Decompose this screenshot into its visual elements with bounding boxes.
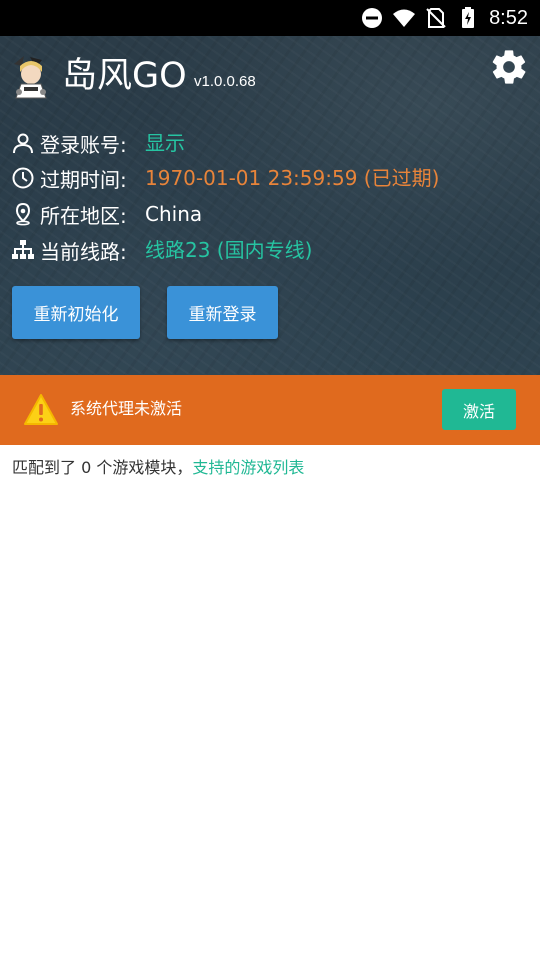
relogin-button[interactable]: 重新登录 — [167, 286, 278, 339]
account-header: 岛风GO v1.0.0.68 登录账号: 显示 过期时间: 1970-01-01… — [0, 36, 540, 375]
battery-charging-icon — [462, 7, 474, 28]
app-version: v1.0.0.68 — [194, 73, 256, 90]
status-bar: 8:52 — [0, 0, 540, 36]
region-label: 所在地区: — [40, 203, 127, 228]
app-logo — [14, 56, 47, 99]
expiry-label: 过期时间: — [40, 167, 127, 192]
location-pin-icon — [15, 202, 31, 226]
proxy-alert-bar: 系统代理未激活 激活 — [0, 375, 540, 445]
clock-icon — [12, 167, 34, 189]
no-sim-icon — [426, 8, 446, 28]
game-module-match: 匹配到了 0 个游戏模块，支持的游戏列表 — [12, 457, 304, 479]
network-tree-icon — [12, 240, 34, 259]
supported-games-link[interactable]: 支持的游戏列表 — [192, 458, 304, 477]
activate-button[interactable]: 激活 — [442, 389, 516, 430]
account-row: 登录账号: 显示 — [11, 129, 185, 157]
clock: 8:52 — [489, 7, 528, 29]
expiry-row: 过期时间: 1970-01-01 23:59:59 (已过期) — [11, 164, 439, 192]
do-not-disturb-icon — [362, 8, 382, 28]
app-title: 岛风GO — [62, 56, 187, 96]
route-value-link[interactable]: 线路23 (国内专线) — [145, 236, 312, 264]
reinitialize-button[interactable]: 重新初始化 — [12, 286, 140, 339]
account-value-link[interactable]: 显示 — [145, 129, 185, 157]
region-value: China — [145, 202, 203, 226]
match-text: 匹配到了 0 个游戏模块， — [12, 458, 193, 477]
gear-icon[interactable] — [489, 47, 529, 87]
wifi-icon — [393, 9, 415, 27]
route-row: 当前线路: 线路23 (国内专线) — [11, 236, 312, 264]
alert-message: 系统代理未激活 — [70, 399, 183, 418]
expiry-value: 1970-01-01 23:59:59 (已过期) — [145, 166, 440, 190]
account-label: 登录账号: — [40, 132, 127, 157]
warning-icon — [24, 394, 58, 425]
region-row: 所在地区: China — [11, 200, 202, 228]
route-label: 当前线路: — [40, 239, 127, 264]
user-icon — [13, 133, 33, 154]
